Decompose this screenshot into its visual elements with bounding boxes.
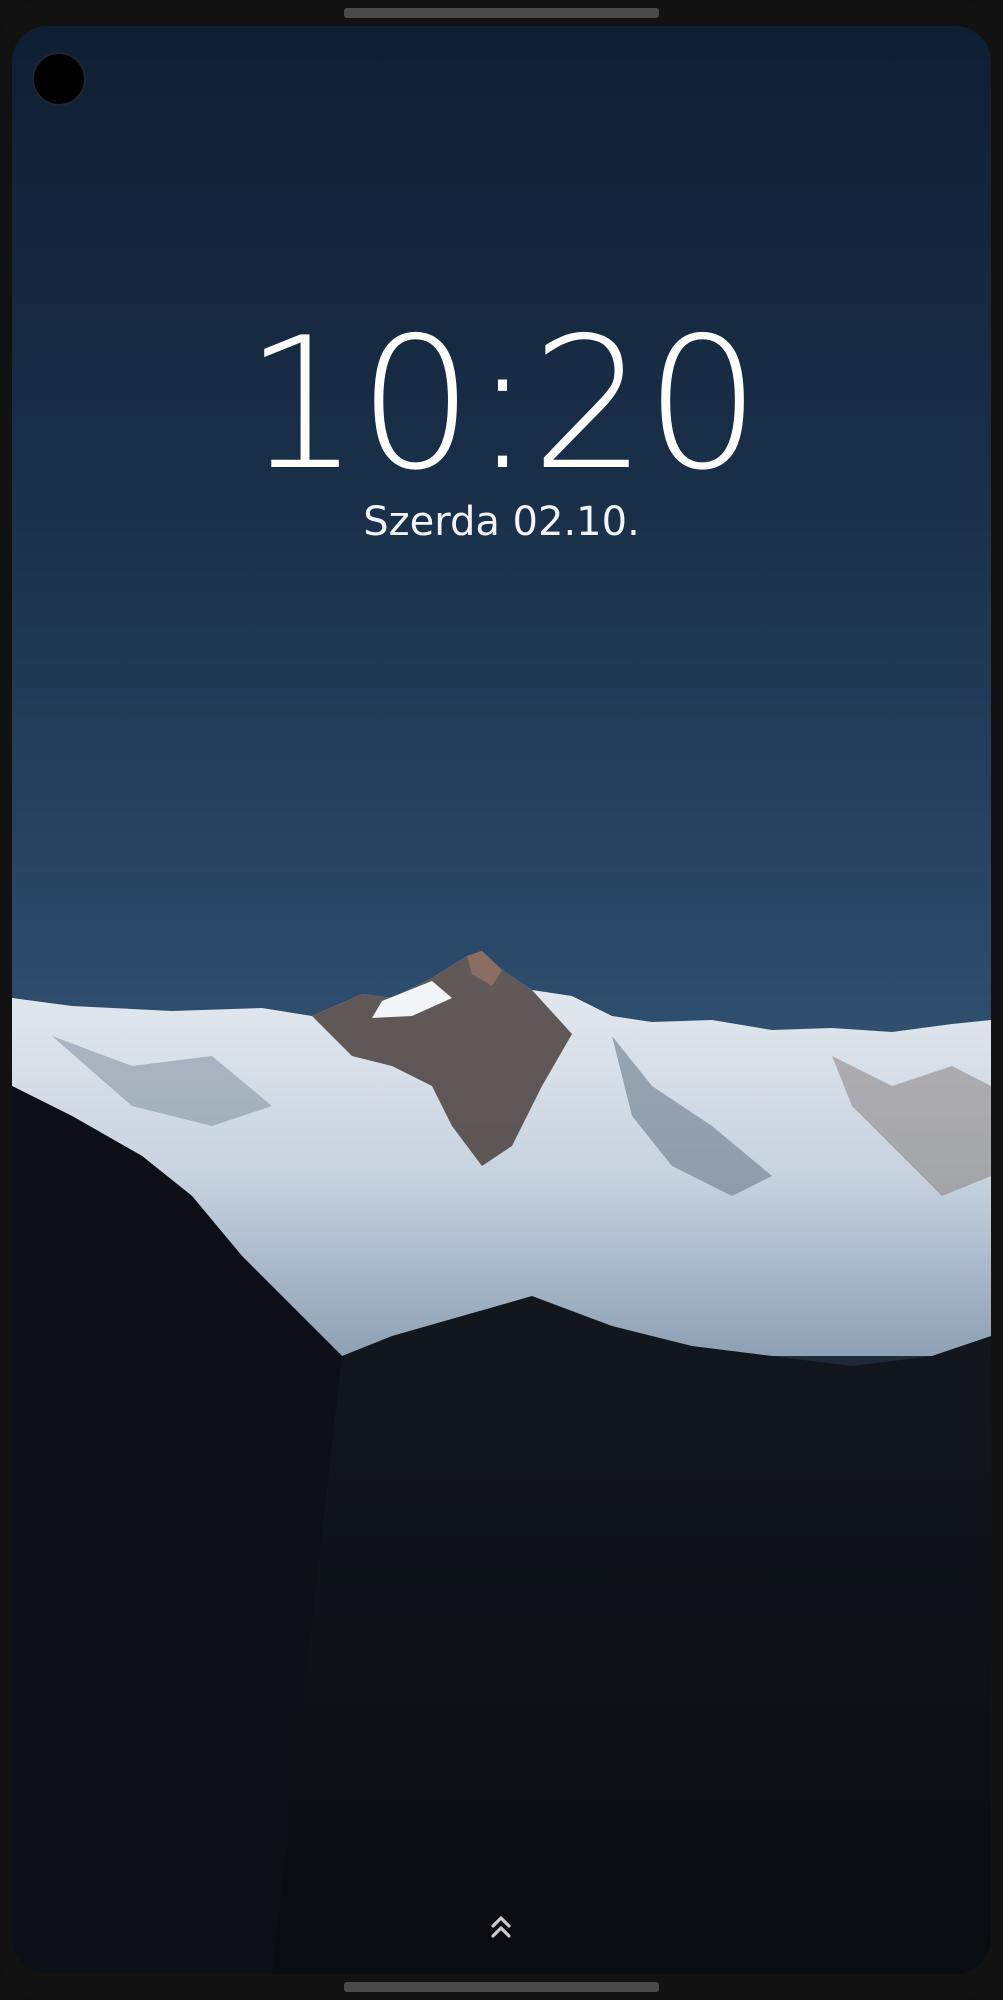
top-speaker-grille	[344, 8, 659, 18]
lockscreen-date: Szerda 02.10.	[363, 499, 640, 545]
front-camera-icon	[32, 52, 86, 106]
double-chevron-up-icon[interactable]	[486, 1912, 516, 1942]
lockscreen-clock: 10:20	[244, 298, 761, 510]
phone-device: 10:20 Szerda 02.10.	[0, 0, 1003, 2000]
bottom-speaker-grille	[344, 1982, 659, 1992]
lock-screen[interactable]: 10:20 Szerda 02.10.	[12, 26, 991, 1974]
